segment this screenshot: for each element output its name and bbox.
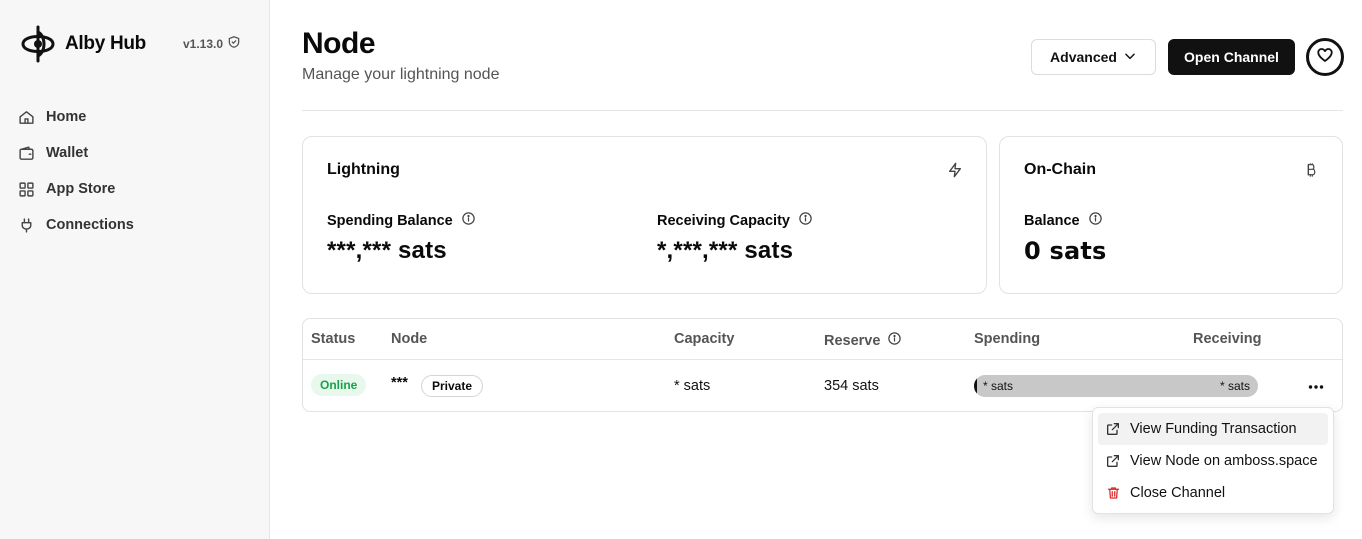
header-divider [302,110,1343,111]
menu-item-close-channel[interactable]: Close Channel [1098,477,1328,509]
receiving-capacity-value: *,***,*** sats [657,237,794,264]
advanced-label: Advanced [1050,49,1117,65]
onchain-card: On-Chain Balance 0 sats [999,136,1343,294]
sidebar-item-label: Home [46,109,87,125]
more-horizontal-icon [1308,377,1324,395]
liquidity-bar: * sats * sats [974,375,1258,397]
sidebar-nav: Home Wallet App Store Connections [16,104,254,248]
zap-icon [946,161,964,179]
onchain-balance-label: Balance [1024,211,1103,230]
page-subtitle: Manage your lightning node [302,66,500,83]
reserve-value: 354 sats [824,378,879,394]
spending-balance-value: ***,*** sats [327,237,447,264]
column-header-spending: Spending [974,331,1041,347]
home-icon [16,107,36,127]
channel-actions-button[interactable] [1303,376,1329,396]
wallet-icon [16,143,36,163]
onchain-card-title: On-Chain [1024,161,1096,178]
onchain-balance-value: 0 sats [1024,237,1107,265]
info-icon[interactable] [798,211,813,230]
chevron-down-icon [1123,49,1137,66]
column-header-reserve: Reserve [824,331,902,350]
brand[interactable]: Alby Hub [17,23,146,65]
grid-icon [16,179,36,199]
sidebar: Alby Hub v1.13.0 Home Wallet App Store C… [0,0,270,539]
open-channel-button[interactable]: Open Channel [1168,39,1295,75]
page-title: Node [302,27,376,60]
info-icon[interactable] [1088,211,1103,230]
support-button[interactable] [1306,38,1344,76]
shield-check-icon [227,35,241,52]
menu-item-label: View Node on amboss.space [1130,453,1318,469]
info-icon[interactable] [887,331,902,350]
column-header-reserve-text: Reserve [824,332,881,349]
onchain-balance-label-text: Balance [1024,212,1080,229]
menu-item-label: Close Channel [1130,485,1226,501]
liquidity-bar-receiving-label: * sats [1219,379,1250,393]
status-badge: Online [311,374,367,396]
sidebar-item-label: App Store [46,181,116,197]
channels-table: Status Node Capacity Reserve Spending Re… [302,318,1343,412]
header-row-divider [303,359,1342,360]
spending-balance-label: Spending Balance [327,211,476,230]
lightning-card-title: Lightning [327,161,400,178]
menu-item-view-funding-transaction[interactable]: View Funding Transaction [1098,413,1328,445]
trash-icon [1104,484,1122,502]
liquidity-bar-spending-fill [974,375,977,397]
lightning-card: Lightning Spending Balance ***,*** sats … [302,136,987,294]
bitcoin-icon [1302,161,1320,179]
capacity-value: * sats [674,378,711,394]
sidebar-item-home[interactable]: Home [16,104,254,130]
sidebar-item-connections[interactable]: Connections [16,212,254,238]
menu-item-view-node-on-amboss[interactable]: View Node on amboss.space [1098,445,1328,477]
sidebar-item-wallet[interactable]: Wallet [16,140,254,166]
version-text: v1.13.0 [183,36,224,51]
alby-logo-icon [17,23,59,65]
menu-item-label: View Funding Transaction [1130,421,1297,437]
column-header-node: Node [391,331,428,347]
external-link-icon [1104,452,1122,470]
advanced-dropdown-button[interactable]: Advanced [1031,39,1156,75]
sidebar-item-app-store[interactable]: App Store [16,176,254,202]
heart-icon [1316,46,1334,69]
sidebar-item-label: Connections [46,217,134,233]
receiving-capacity-label-text: Receiving Capacity [657,212,790,229]
external-link-icon [1104,420,1122,438]
column-header-status: Status [311,331,356,347]
private-badge: Private [421,375,484,397]
column-header-receiving: Receiving [1193,331,1262,347]
info-icon[interactable] [461,211,476,230]
channel-actions-menu: View Funding Transaction View Node on am… [1092,407,1334,514]
liquidity-bar-spending-label: * sats [983,379,1014,393]
column-header-capacity: Capacity [674,331,735,347]
plug-icon [16,215,36,235]
receiving-capacity-label: Receiving Capacity [657,211,813,230]
node-alias[interactable]: *** [391,375,408,391]
sidebar-item-label: Wallet [46,145,89,161]
spending-balance-label-text: Spending Balance [327,212,453,229]
version-label: v1.13.0 [183,35,241,52]
brand-name: Alby Hub [65,33,146,54]
